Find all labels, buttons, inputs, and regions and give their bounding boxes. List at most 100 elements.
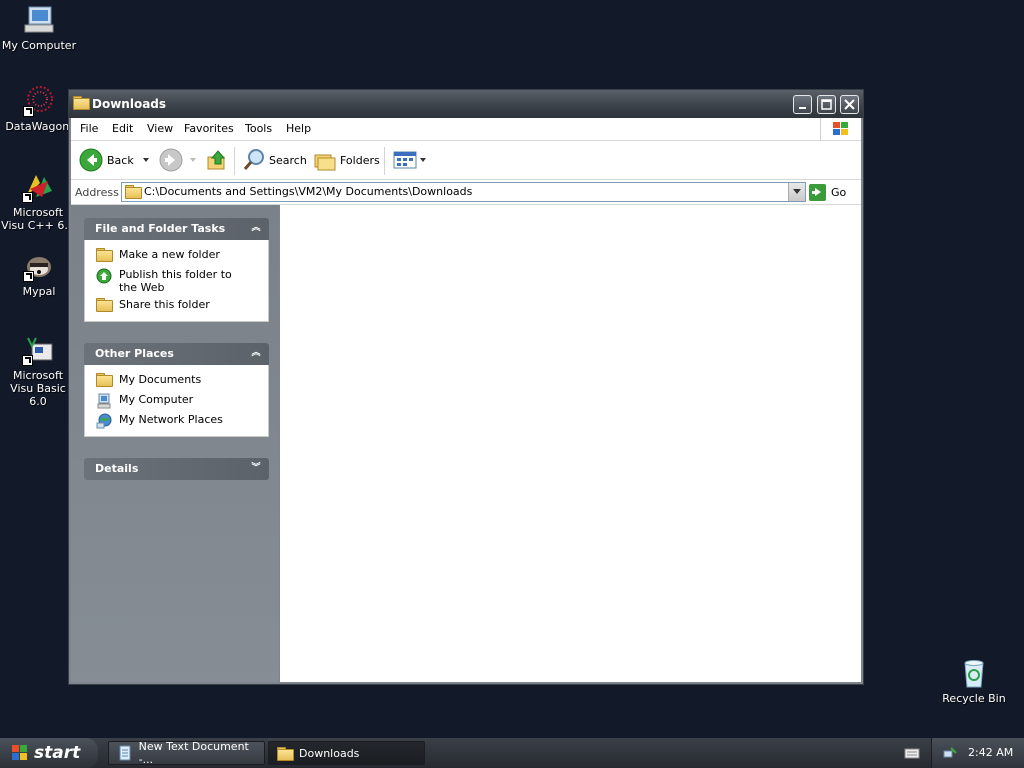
desktop-icon-recycle-bin[interactable]: Recycle Bin bbox=[935, 657, 1013, 705]
panel-header[interactable]: Other Places ︽ bbox=[84, 343, 269, 365]
my-documents-icon bbox=[96, 373, 113, 389]
close-icon bbox=[844, 99, 855, 110]
address-bar: Address C:\Documents and Settings\VM2\My… bbox=[71, 180, 861, 205]
task-label: Publish this folder to the Web bbox=[119, 268, 232, 294]
windows-logo-icon bbox=[820, 118, 859, 140]
collapse-chevron-icon[interactable]: ︽ bbox=[250, 347, 262, 359]
datawagon-icon bbox=[23, 85, 55, 117]
maximize-button[interactable] bbox=[817, 95, 836, 114]
desktop-icon-label: Recycle Bin bbox=[942, 692, 1006, 705]
start-button[interactable]: start bbox=[0, 738, 98, 768]
place-my-network-places[interactable]: My Network Places bbox=[85, 411, 268, 431]
menu-file[interactable]: File bbox=[80, 122, 98, 135]
clock[interactable]: 2:42 AM bbox=[968, 746, 1013, 759]
task-share-folder[interactable]: Share this folder bbox=[85, 296, 268, 316]
address-path: C:\Documents and Settings\VM2\My Documen… bbox=[144, 185, 473, 198]
maximize-icon bbox=[821, 99, 832, 110]
menu-view[interactable]: View bbox=[147, 122, 173, 135]
minimize-icon bbox=[799, 107, 806, 109]
my-computer-icon bbox=[96, 393, 112, 409]
address-label: Address bbox=[75, 186, 119, 199]
panel-header[interactable]: Details ︾ bbox=[84, 458, 269, 480]
taskbar-button-label: Downloads bbox=[299, 746, 360, 760]
file-list-area[interactable] bbox=[280, 205, 861, 682]
place-my-computer[interactable]: My Computer bbox=[85, 391, 268, 411]
chevron-down-icon bbox=[142, 158, 149, 162]
start-label: start bbox=[34, 743, 81, 763]
place-label: My Network Places bbox=[119, 413, 223, 426]
shortcut-arrow-icon bbox=[22, 192, 33, 203]
task-label: Share this folder bbox=[119, 298, 210, 311]
desktop-icon-mypal[interactable]: Mypal bbox=[0, 250, 78, 298]
up-folder-button[interactable] bbox=[206, 148, 228, 172]
folder-icon bbox=[277, 746, 294, 761]
window-title: Downloads bbox=[92, 97, 167, 111]
desktop-icon-label: Mypal bbox=[22, 285, 56, 298]
windows-flag-icon bbox=[11, 744, 29, 762]
desktop-icon-label: My Computer bbox=[1, 39, 77, 52]
other-places-panel: Other Places ︽ My Documents My Computer bbox=[84, 343, 269, 437]
address-input[interactable]: C:\Documents and Settings\VM2\My Documen… bbox=[121, 182, 806, 202]
keyboard-icon[interactable] bbox=[904, 746, 920, 760]
taskbar: start New Text Document -... Downloads 2… bbox=[0, 738, 1024, 768]
desktop-icon-label: Microsoft Visu C++ 6.0 bbox=[1, 206, 75, 232]
taskbar-button-label: New Text Document -... bbox=[138, 740, 249, 766]
file-folder-tasks-panel: File and Folder Tasks ︽ Make a new folde… bbox=[84, 218, 269, 322]
task-label: Make a new folder bbox=[119, 248, 220, 261]
system-tray: 2:42 AM bbox=[931, 738, 1024, 768]
panel-title: Details bbox=[95, 462, 139, 475]
views-button[interactable] bbox=[393, 148, 427, 172]
menu-edit[interactable]: Edit bbox=[112, 122, 133, 135]
taskbar-button-notepad[interactable]: New Text Document -... bbox=[108, 740, 265, 766]
search-label: Search bbox=[269, 153, 307, 167]
chevron-down-icon bbox=[420, 158, 426, 162]
visual-cpp-icon bbox=[22, 171, 54, 203]
mypal-icon bbox=[23, 250, 55, 282]
panel-body: Make a new folder Publish this folder to… bbox=[84, 240, 269, 322]
folder-icon bbox=[125, 185, 142, 199]
up-folder-icon bbox=[207, 150, 226, 170]
go-button[interactable]: Go bbox=[809, 182, 846, 202]
back-label: Back bbox=[107, 153, 134, 167]
new-folder-icon bbox=[96, 248, 113, 264]
task-make-new-folder[interactable]: Make a new folder bbox=[85, 246, 268, 266]
desktop-icon-visual-cpp[interactable]: Microsoft Visu C++ 6.0 bbox=[0, 171, 76, 232]
search-icon bbox=[243, 149, 264, 170]
forward-arrow-icon bbox=[159, 148, 183, 172]
task-pane: File and Folder Tasks ︽ Make a new folde… bbox=[71, 205, 279, 682]
network-status-icon[interactable] bbox=[942, 745, 958, 761]
explorer-window: Downloads File Edit View Favorites Tools… bbox=[68, 89, 864, 685]
desktop-icon-visual-basic[interactable]: Microsoft Visu Basic 6.0 bbox=[0, 334, 76, 408]
search-button[interactable]: Search bbox=[242, 148, 307, 172]
menu-help[interactable]: Help bbox=[286, 122, 311, 135]
menu-tools[interactable]: Tools bbox=[245, 122, 272, 135]
panel-body: My Documents My Computer My Network Plac… bbox=[84, 365, 269, 437]
my-computer-icon bbox=[23, 4, 55, 36]
folders-button[interactable]: Folders bbox=[313, 148, 380, 172]
menu-favorites[interactable]: Favorites bbox=[184, 122, 234, 135]
back-button[interactable]: Back bbox=[79, 148, 152, 172]
desktop-icon-datawagon[interactable]: DataWagon. bbox=[0, 85, 78, 133]
address-dropdown-button[interactable] bbox=[788, 183, 805, 201]
folders-label: Folders bbox=[340, 153, 380, 167]
collapse-chevron-icon[interactable]: ︽ bbox=[250, 222, 262, 234]
close-button[interactable] bbox=[840, 95, 859, 114]
forward-button[interactable] bbox=[159, 148, 199, 172]
taskbar-button-downloads[interactable]: Downloads bbox=[268, 741, 425, 765]
minimize-button[interactable] bbox=[793, 95, 812, 114]
go-label: Go bbox=[831, 185, 847, 199]
panel-header[interactable]: File and Folder Tasks ︽ bbox=[84, 218, 269, 240]
back-arrow-icon bbox=[79, 148, 103, 172]
task-publish-folder[interactable]: Publish this folder to the Web bbox=[85, 266, 268, 296]
desktop-icon-my-computer[interactable]: My Computer bbox=[0, 4, 78, 52]
views-icon bbox=[393, 151, 417, 169]
expand-chevron-icon[interactable]: ︾ bbox=[250, 462, 262, 474]
panel-title: File and Folder Tasks bbox=[95, 222, 226, 235]
toolbar: Back Search Folders bbox=[71, 141, 861, 180]
place-label: My Documents bbox=[119, 373, 202, 386]
desktop-icon-label: Microsoft Visu Basic 6.0 bbox=[10, 369, 66, 408]
shortcut-arrow-icon bbox=[22, 355, 33, 366]
chevron-down-icon bbox=[190, 158, 196, 162]
title-bar[interactable]: Downloads bbox=[69, 90, 863, 118]
place-my-documents[interactable]: My Documents bbox=[85, 371, 268, 391]
